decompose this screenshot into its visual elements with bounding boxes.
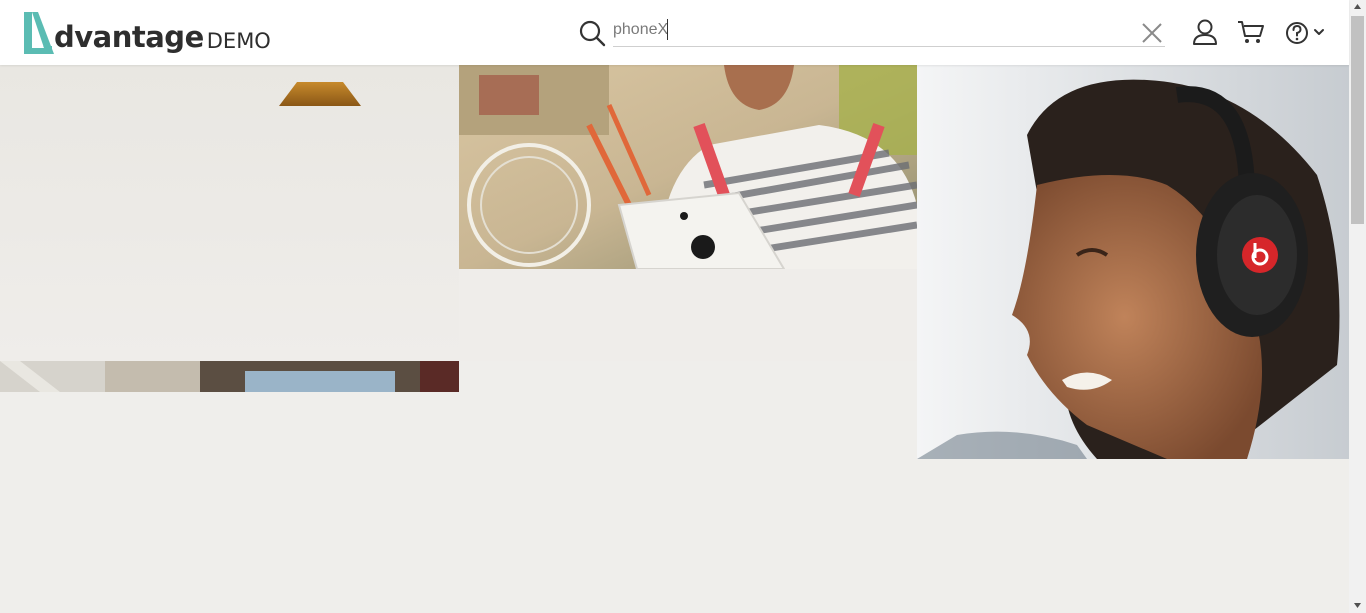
user-icon[interactable]: [1192, 18, 1218, 46]
lamp-image: [279, 82, 361, 106]
logo-wordmark: dvantage: [54, 20, 204, 54]
promo-tile-empty: [459, 269, 917, 361]
promo-tile-headphones[interactable]: [917, 65, 1349, 459]
promo-tile-partial[interactable]: [0, 361, 459, 392]
vertical-scrollbar[interactable]: [1349, 0, 1366, 613]
headphones-image: [917, 65, 1349, 459]
text-cursor: [667, 19, 668, 40]
top-navigation-bar: dvantage DEMO: [0, 0, 1349, 65]
search-icon[interactable]: [578, 19, 606, 47]
scrollbar-thumb[interactable]: [1351, 16, 1364, 224]
logo-a-icon: [24, 12, 54, 54]
logo-demo-label: DEMO: [206, 29, 271, 53]
advantage-demo-logo[interactable]: dvantage DEMO: [22, 10, 271, 56]
cart-icon[interactable]: [1237, 19, 1265, 45]
promo-tile-tablet[interactable]: [459, 65, 917, 269]
close-icon[interactable]: [1140, 21, 1164, 45]
search-input[interactable]: [613, 14, 1165, 47]
tablet-image: [459, 65, 917, 269]
scroll-down-arrow-icon[interactable]: [1349, 598, 1366, 612]
help-icon[interactable]: [1285, 20, 1327, 46]
partial-image: [0, 361, 459, 392]
scroll-up-arrow-icon[interactable]: [1349, 0, 1366, 14]
promo-tile-lamp[interactable]: [0, 65, 459, 361]
